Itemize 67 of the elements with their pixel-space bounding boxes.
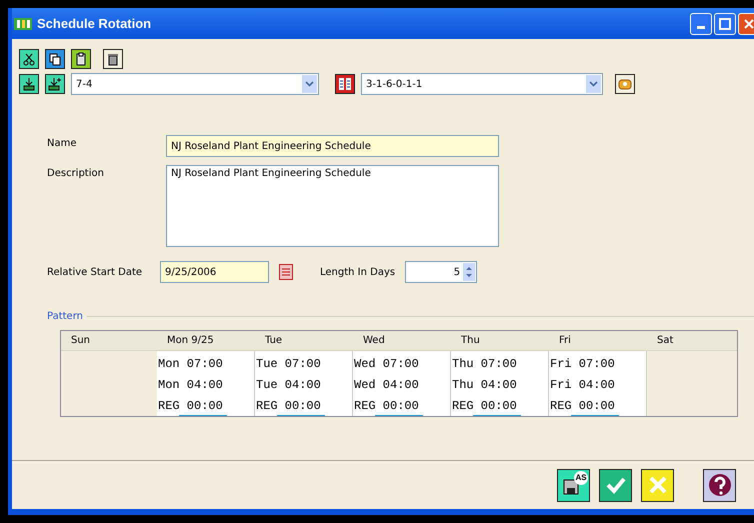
download-icon: [22, 77, 36, 91]
x-icon: [648, 475, 668, 495]
shift-entry: Tue 04:00: [256, 377, 322, 394]
shift-entry: REG 00:00: [354, 398, 420, 415]
package-button[interactable]: [615, 74, 635, 94]
copy-icon: [48, 52, 62, 66]
close-icon: [743, 18, 754, 30]
trash-icon: [106, 52, 120, 66]
close-button[interactable]: [738, 12, 754, 34]
length-spinner[interactable]: 5: [405, 261, 478, 283]
start-date-input[interactable]: 9/25/2006: [160, 261, 269, 283]
checkmark-icon: [604, 476, 626, 494]
column-header: Mon 9/25: [157, 331, 255, 351]
help-button[interactable]: [703, 468, 736, 502]
ok-button[interactable]: [599, 468, 632, 502]
download-plus-icon: [48, 77, 62, 91]
cancel-button[interactable]: [641, 468, 674, 502]
field-label: Name: [47, 137, 78, 149]
field-label: Relative Start Date: [47, 266, 144, 278]
app-icon: [14, 16, 32, 30]
minimize-icon: [697, 26, 705, 29]
help-icon: [708, 473, 732, 497]
calendar-columns-button[interactable]: [335, 74, 355, 94]
window-title: Schedule Rotation: [37, 16, 152, 31]
shift-entry: Thu 07:00: [452, 356, 518, 373]
column-header: Thu: [451, 331, 549, 351]
calendar-icon: [279, 264, 293, 280]
shift-entry: Fri 07:00: [550, 356, 616, 373]
import-button[interactable]: [19, 74, 39, 94]
spin-arrows-icon: [463, 263, 476, 281]
column-header: Wed: [353, 331, 451, 351]
pattern-combo[interactable]: 3-1-6-0-1-1: [361, 73, 603, 95]
paste-button[interactable]: [71, 49, 91, 69]
calendar-button[interactable]: [279, 264, 293, 280]
field-label: Description: [47, 167, 105, 179]
column-header: Fri: [549, 331, 647, 351]
scissors-icon: [22, 52, 36, 66]
minimize-button[interactable]: [690, 12, 712, 34]
description-input[interactable]: NJ Roseland Plant Engineering Schedule: [166, 165, 499, 247]
import-add-button[interactable]: [45, 74, 65, 94]
save-as-button[interactable]: AS: [557, 468, 590, 502]
rotation-combo[interactable]: 7-4: [71, 73, 319, 95]
cut-button[interactable]: [19, 49, 39, 69]
shift-entry: Fri 04:00: [550, 377, 616, 394]
shift-entry: Wed 07:00: [354, 356, 420, 373]
maximize-icon: [719, 18, 731, 30]
delete-button[interactable]: [103, 49, 123, 69]
shift-entry: REG 00:00: [158, 398, 224, 415]
shift-entry: REG 00:00: [256, 398, 322, 415]
clipboard-icon: [74, 52, 88, 66]
copy-button[interactable]: [45, 49, 65, 69]
shift-entry: Tue 07:00: [256, 356, 322, 373]
shift-entry: REG 00:00: [550, 398, 616, 415]
name-input[interactable]: NJ Roseland Plant Engineering Schedule: [166, 135, 499, 157]
column-header: Sat: [647, 331, 737, 351]
group-title: Pattern: [47, 311, 83, 322]
shift-entry: REG 00:00: [452, 398, 518, 415]
package-icon: [617, 77, 633, 91]
columns-icon: [338, 77, 352, 91]
maximize-button[interactable]: [714, 12, 736, 34]
shift-entry: Wed 04:00: [354, 377, 420, 394]
shift-entry: Mon 04:00: [158, 377, 224, 394]
column-header: Tue: [255, 331, 353, 351]
shift-entry: Thu 04:00: [452, 377, 518, 394]
shift-entry: Mon 07:00: [158, 356, 224, 373]
field-label: Length In Days: [320, 266, 396, 278]
column-header: Sun: [61, 331, 157, 351]
